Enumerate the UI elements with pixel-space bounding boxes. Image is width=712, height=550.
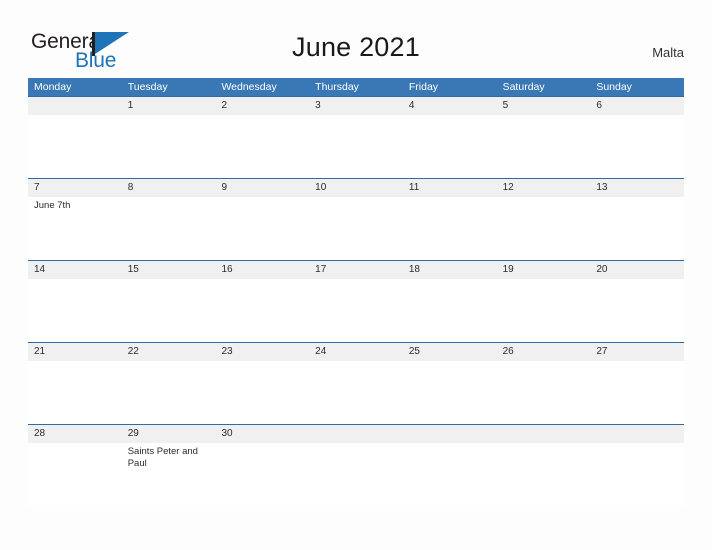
day-cell[interactable]: Saints Peter and Paul <box>122 443 216 506</box>
day-event: June 7th <box>34 200 71 211</box>
week-date-band: 14 15 16 17 18 19 20 <box>28 261 684 279</box>
day-number[interactable]: 8 <box>122 179 216 197</box>
weekday-header-sunday: Sunday <box>596 81 632 93</box>
week-date-band: 1 2 3 4 5 6 <box>28 97 684 115</box>
calendar-week-row: 14 15 16 17 18 19 20 <box>28 260 684 342</box>
day-number[interactable]: 17 <box>309 261 403 279</box>
day-number[interactable]: 20 <box>590 261 684 279</box>
day-cell[interactable] <box>497 197 591 260</box>
day-cell[interactable] <box>403 197 497 260</box>
day-number[interactable]: 22 <box>122 343 216 361</box>
day-cell[interactable]: June 7th <box>28 197 122 260</box>
day-cell[interactable] <box>122 197 216 260</box>
day-cell[interactable] <box>122 115 216 178</box>
day-number[interactable]: 13 <box>590 179 684 197</box>
day-cell[interactable] <box>403 115 497 178</box>
day-number[interactable]: 3 <box>309 97 403 115</box>
day-number[interactable]: 28 <box>28 425 122 443</box>
day-number[interactable]: 15 <box>122 261 216 279</box>
week-date-band: 7 8 9 10 11 12 13 <box>28 179 684 197</box>
day-cell[interactable] <box>497 115 591 178</box>
day-number[interactable]: 26 <box>497 343 591 361</box>
week-event-band <box>28 279 684 342</box>
day-cell[interactable] <box>309 115 403 178</box>
calendar-week-row: 28 29 30 Saints Peter and Paul <box>28 424 684 506</box>
day-event: Saints Peter and Paul <box>127 446 198 469</box>
page-header: General Blue June 2021 Malta <box>0 0 712 78</box>
day-cell[interactable] <box>28 115 122 178</box>
day-number[interactable] <box>403 425 497 443</box>
week-event-band <box>28 361 684 424</box>
calendar-grid: Monday Tuesday Wednesday Thursday Friday… <box>28 78 684 506</box>
day-number[interactable]: 18 <box>403 261 497 279</box>
day-cell[interactable] <box>590 115 684 178</box>
day-cell[interactable] <box>497 279 591 342</box>
day-cell[interactable] <box>28 361 122 424</box>
calendar-week-row: 21 22 23 24 25 26 27 <box>28 342 684 424</box>
day-cell[interactable] <box>215 361 309 424</box>
day-number[interactable]: 2 <box>215 97 309 115</box>
weekday-header-tuesday: Tuesday <box>127 81 168 93</box>
day-cell[interactable] <box>215 279 309 342</box>
day-number[interactable]: 19 <box>497 261 591 279</box>
day-number[interactable]: 24 <box>309 343 403 361</box>
day-number[interactable]: 21 <box>28 343 122 361</box>
day-cell[interactable] <box>497 361 591 424</box>
day-cell[interactable] <box>122 361 216 424</box>
week-event-band: June 7th <box>28 197 684 260</box>
weekday-header-thursday: Thursday <box>315 81 359 93</box>
day-number[interactable] <box>309 425 403 443</box>
day-number[interactable]: 14 <box>28 261 122 279</box>
day-number[interactable]: 6 <box>590 97 684 115</box>
day-cell[interactable] <box>590 443 684 506</box>
page-title: June 2021 <box>292 32 420 62</box>
weekday-header-row: Monday Tuesday Wednesday Thursday Friday… <box>28 78 684 96</box>
day-cell[interactable] <box>309 443 403 506</box>
day-number[interactable]: 29 <box>122 425 216 443</box>
day-cell[interactable] <box>309 361 403 424</box>
day-number[interactable]: 11 <box>403 179 497 197</box>
day-number[interactable]: 25 <box>403 343 497 361</box>
day-cell[interactable] <box>309 197 403 260</box>
day-number[interactable]: 27 <box>590 343 684 361</box>
week-event-band <box>28 115 684 178</box>
day-number[interactable] <box>497 425 591 443</box>
day-cell[interactable] <box>122 279 216 342</box>
day-cell[interactable] <box>403 279 497 342</box>
day-cell[interactable] <box>309 279 403 342</box>
day-cell[interactable] <box>215 197 309 260</box>
weekday-header-friday: Friday <box>408 81 439 93</box>
week-event-band: Saints Peter and Paul <box>28 443 684 506</box>
day-number[interactable]: 23 <box>215 343 309 361</box>
day-cell[interactable] <box>403 361 497 424</box>
day-cell[interactable] <box>590 279 684 342</box>
weekday-header-monday: Monday <box>34 81 72 93</box>
day-cell[interactable] <box>403 443 497 506</box>
weekday-header-wednesday: Wednesday <box>221 81 277 93</box>
day-number[interactable]: 1 <box>122 97 216 115</box>
day-number[interactable]: 4 <box>403 97 497 115</box>
day-number[interactable]: 30 <box>215 425 309 443</box>
day-number[interactable] <box>590 425 684 443</box>
day-cell[interactable] <box>215 115 309 178</box>
day-cell[interactable] <box>590 361 684 424</box>
week-date-band: 21 22 23 24 25 26 27 <box>28 343 684 361</box>
day-number[interactable]: 10 <box>309 179 403 197</box>
day-cell[interactable] <box>590 197 684 260</box>
day-cell[interactable] <box>215 443 309 506</box>
calendar-week-row: 1 2 3 4 5 6 <box>28 96 684 178</box>
day-number[interactable]: 12 <box>497 179 591 197</box>
day-cell[interactable] <box>28 443 122 506</box>
day-cell[interactable] <box>497 443 591 506</box>
day-number[interactable]: 16 <box>215 261 309 279</box>
day-cell[interactable] <box>28 279 122 342</box>
calendar-week-row: 7 8 9 10 11 12 13 June 7th <box>28 178 684 260</box>
weekday-header-saturday: Saturday <box>502 81 545 93</box>
day-number[interactable]: 7 <box>28 179 122 197</box>
day-number[interactable]: 9 <box>215 179 309 197</box>
day-number[interactable]: 5 <box>497 97 591 115</box>
country-label: Malta <box>652 45 684 60</box>
week-date-band: 28 29 30 <box>28 425 684 443</box>
day-number[interactable] <box>28 97 122 115</box>
